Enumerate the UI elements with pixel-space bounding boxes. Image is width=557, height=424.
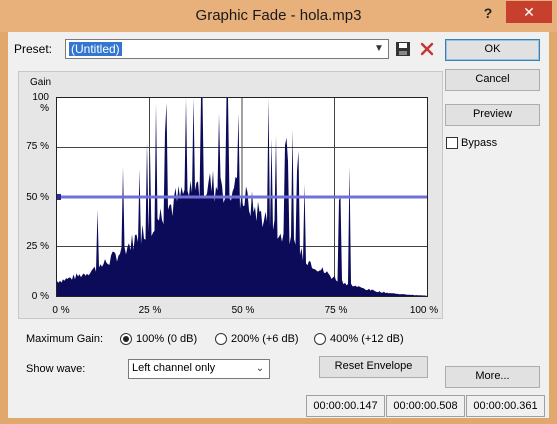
envelope-plot[interactable] [56,97,428,297]
y-tick-label: 50 % [26,192,49,203]
radio-gain-200[interactable] [215,333,227,345]
show-wave-select[interactable]: Left channel only ⌄ [128,359,270,379]
ok-button[interactable]: OK [445,39,540,61]
help-button[interactable]: ? [475,4,501,24]
x-tick-label: 75 % [324,305,348,316]
bypass-checkbox[interactable] [446,137,458,149]
status-cell: 00:00:00.361 [466,395,545,417]
x-tick-label: 50 % [231,305,255,316]
chevron-down-icon[interactable]: ⌄ [253,361,267,377]
reset-envelope-button[interactable]: Reset Envelope [319,356,428,378]
bypass-label: Bypass [461,137,498,149]
x-tick-label: 0 % [52,305,70,316]
cancel-button[interactable]: Cancel [445,69,540,91]
preset-value: (Untitled) [69,42,122,56]
more-button[interactable]: More... [445,366,540,388]
radio-gain-400[interactable] [314,333,326,345]
delete-preset-icon[interactable] [419,41,435,57]
dialog-body: Preset: (Untitled) ▼ OK Cancel Preview B… [8,32,549,418]
x-tick-label: 25 % [138,305,162,316]
max-gain-label: Maximum Gain: [26,333,104,345]
show-wave-label: Show wave: [26,363,86,375]
preset-combobox[interactable]: (Untitled) ▼ [65,39,389,59]
envelope-handle[interactable] [57,194,61,200]
chevron-down-icon[interactable]: ▼ [372,41,386,57]
preset-label: Preset: [14,42,53,56]
radio-gain-400-label[interactable]: 400% (+12 dB) [330,333,404,345]
y-tick-label: 25 % [26,241,49,252]
y-tick-label: 100 % [32,92,49,114]
save-preset-icon[interactable] [395,41,411,57]
y-tick-label: 0 % [31,291,49,302]
title-bar: Graphic Fade - hola.mp3 ? ✕ [0,0,557,32]
status-cell: 00:00:00.508 [386,395,465,417]
gain-axis-label: Gain [30,77,52,88]
radio-gain-200-label[interactable]: 200% (+6 dB) [231,333,299,345]
preview-button[interactable]: Preview [445,104,540,126]
status-cell: 00:00:00.147 [306,395,385,417]
radio-gain-100-label[interactable]: 100% (0 dB) [136,333,197,345]
y-tick-label: 75 % [26,141,49,152]
waveform-svg[interactable] [57,98,427,296]
close-button[interactable]: ✕ [506,1,552,23]
window-title: Graphic Fade - hola.mp3 [195,7,362,24]
show-wave-value: Left channel only [132,362,216,374]
radio-gain-100[interactable] [120,333,132,345]
x-tick-label: 100 % [409,305,439,316]
